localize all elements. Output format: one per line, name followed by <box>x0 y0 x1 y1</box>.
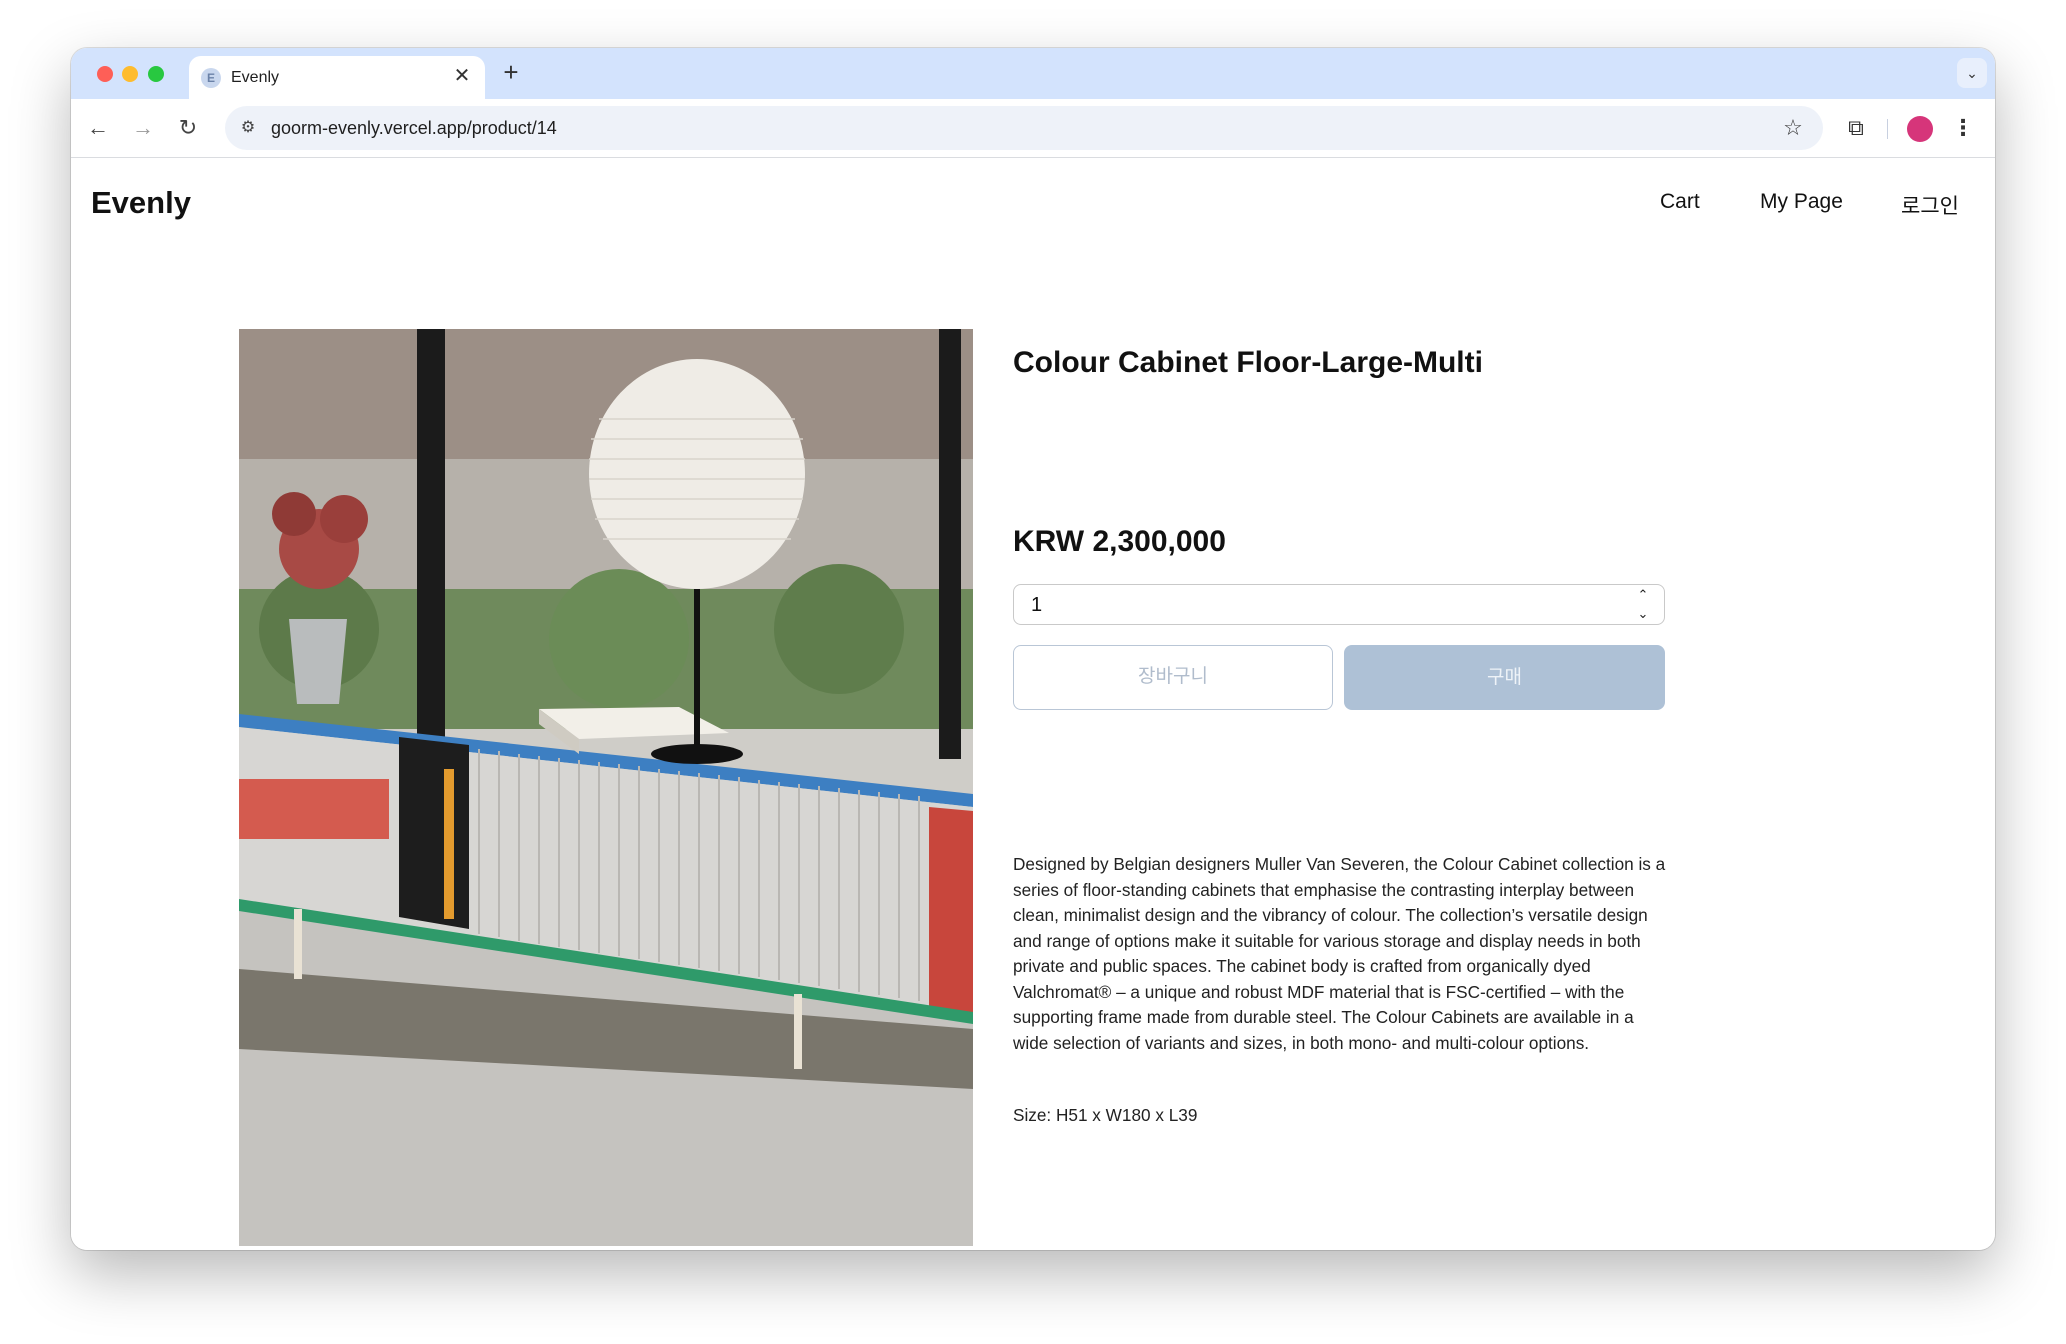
add-to-cart-button[interactable]: 장바구니 <box>1013 645 1333 710</box>
buy-button[interactable]: 구매 <box>1344 645 1665 710</box>
quantity-value[interactable]: 1 <box>1031 594 1042 617</box>
profile-avatar[interactable] <box>1907 116 1933 142</box>
product-page: Evenly Cart My Page 로그인 Colour Cabinet F… <box>71 159 1995 1250</box>
reload-button[interactable]: ↻ <box>173 113 203 143</box>
maximize-window-button[interactable] <box>148 66 164 82</box>
tab-evenly[interactable]: E Evenly ✕ <box>189 56 485 99</box>
chevron-up-icon[interactable]: ⌃ <box>1634 587 1652 603</box>
product-title: Colour Cabinet Floor-Large-Multi <box>1013 346 1483 379</box>
close-window-button[interactable] <box>97 66 113 82</box>
product-price: KRW 2,300,000 <box>1013 525 1226 558</box>
bookmark-star-icon[interactable]: ☆ <box>1779 114 1807 142</box>
minimize-window-button[interactable] <box>122 66 138 82</box>
url-text[interactable]: goorm-evenly.vercel.app/product/14 <box>271 118 557 139</box>
nav-cart-link[interactable]: Cart <box>1660 190 1700 214</box>
product-size: Size: H51 x W180 x L39 <box>1013 1105 1198 1125</box>
browser-toolbar: ← → ↻ ⚙ goorm-evenly.vercel.app/product/… <box>71 99 1995 158</box>
tab-title: Evenly <box>231 69 280 86</box>
site-info-icon[interactable]: ⚙ <box>235 115 261 141</box>
nav-login-link[interactable]: 로그인 <box>1901 190 1959 220</box>
quantity-stepper[interactable]: 1 ⌃ ⌄ <box>1013 584 1665 625</box>
toolbar-divider <box>1887 119 1888 139</box>
product-image <box>239 329 973 1246</box>
site-logo[interactable]: Evenly <box>91 185 191 221</box>
browser-menu-icon[interactable]: ⋮ <box>1951 113 1975 143</box>
forward-button[interactable]: → <box>128 113 158 143</box>
nav-my-page-link[interactable]: My Page <box>1760 190 1843 214</box>
close-tab-icon[interactable]: ✕ <box>451 65 473 87</box>
back-button[interactable]: ← <box>83 113 113 143</box>
address-bar[interactable]: ⚙ goorm-evenly.vercel.app/product/14 ☆ <box>225 106 1823 150</box>
favicon-icon: E <box>201 68 221 88</box>
chevron-down-icon[interactable]: ⌄ <box>1634 606 1652 622</box>
tab-strip: E Evenly ✕ + ⌄ <box>71 48 1995 99</box>
tab-search-button[interactable]: ⌄ <box>1957 58 1987 88</box>
product-description: Designed by Belgian designers Muller Van… <box>1013 854 1666 1053</box>
new-tab-button[interactable]: + <box>496 57 526 87</box>
browser-window: E Evenly ✕ + ⌄ ← → ↻ ⚙ goorm-evenly.verc… <box>71 48 1995 1250</box>
extensions-icon[interactable]: ⧉ <box>1841 113 1871 143</box>
